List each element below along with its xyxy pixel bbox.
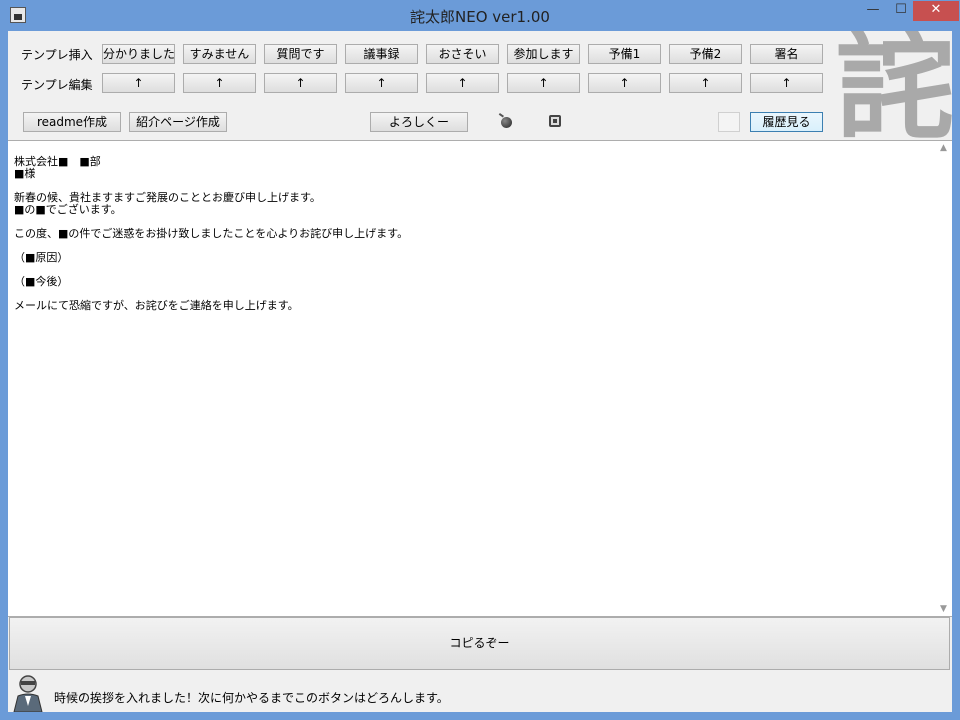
maximize-button[interactable]: ☐ — [888, 1, 914, 21]
editor-line: メールにて恐縮ですが、お詫びをご連絡を申し上げます。 — [14, 299, 299, 312]
intro-page-create-button[interactable]: 紹介ページ作成 — [129, 112, 227, 132]
edit-template-spare2-button[interactable]: ↑ — [669, 73, 742, 93]
template-signature-button[interactable]: 署名 — [750, 44, 823, 64]
avatar-icon — [10, 672, 46, 712]
copy-button[interactable]: コピるぞー — [9, 617, 950, 670]
checkbox-button[interactable] — [718, 112, 740, 132]
readme-create-button[interactable]: readme作成 — [23, 112, 121, 132]
vertical-scrollbar[interactable]: ▲ ▼ — [936, 141, 951, 616]
message-editor[interactable]: 株式会社■ ■部 ■様 新春の候、貴社ますますご発展のこととお慶び申し上げます。… — [8, 140, 952, 617]
history-button[interactable]: 履歴見る — [750, 112, 823, 132]
close-button[interactable]: ✕ — [913, 1, 959, 21]
regards-button[interactable]: よろしくー — [370, 112, 468, 132]
editor-line: ■の■でございます。 — [14, 203, 122, 216]
editor-line: （■原因） — [14, 251, 69, 264]
logo-kanji: 詫 — [836, 31, 952, 141]
template-question-button[interactable]: 質問です — [264, 44, 337, 64]
edit-template-understood-button[interactable]: ↑ — [102, 73, 175, 93]
edit-template-question-button[interactable]: ↑ — [264, 73, 337, 93]
editor-line: ■様 — [14, 167, 36, 180]
bomb-icon[interactable] — [501, 117, 512, 128]
template-sorry-button[interactable]: すみません — [183, 44, 256, 64]
editor-line: この度、■の件でご迷惑をお掛け致しましたことを心よりお詫び申し上げます。 — [14, 227, 409, 240]
editor-line: （■今後） — [14, 275, 69, 288]
edit-template-spare1-button[interactable]: ↑ — [588, 73, 661, 93]
template-attend-button[interactable]: 参加します — [507, 44, 580, 64]
client-area: テンプレ挿入 テンプレ編集 分かりました すみません 質問です 議事録 おさそい… — [8, 31, 952, 712]
edit-template-attend-button[interactable]: ↑ — [507, 73, 580, 93]
window-icon[interactable] — [549, 115, 561, 127]
edit-template-sorry-button[interactable]: ↑ — [183, 73, 256, 93]
template-minutes-button[interactable]: 議事録 — [345, 44, 418, 64]
template-spare2-button[interactable]: 予備2 — [669, 44, 742, 64]
edit-template-invite-button[interactable]: ↑ — [426, 73, 499, 93]
minimize-button[interactable]: — — [860, 1, 886, 21]
template-invite-button[interactable]: おさそい — [426, 44, 499, 64]
edit-template-signature-button[interactable]: ↑ — [750, 73, 823, 93]
template-edit-label: テンプレ編集 — [21, 78, 93, 92]
window-title: 詫太郎NEO ver1.00 — [410, 8, 550, 26]
status-message: 時候の挨拶を入れました！次に何かやるまでこのボタンはどろんします。 — [54, 691, 449, 705]
title-bar[interactable]: 詫太郎NEO ver1.00 — ☐ ✕ — [0, 0, 960, 32]
scroll-down-icon[interactable]: ▼ — [936, 602, 951, 616]
scroll-up-icon[interactable]: ▲ — [936, 141, 951, 155]
edit-template-minutes-button[interactable]: ↑ — [345, 73, 418, 93]
template-spare1-button[interactable]: 予備1 — [588, 44, 661, 64]
template-insert-label: テンプレ挿入 — [21, 48, 93, 62]
template-understood-button[interactable]: 分かりました — [102, 44, 175, 64]
